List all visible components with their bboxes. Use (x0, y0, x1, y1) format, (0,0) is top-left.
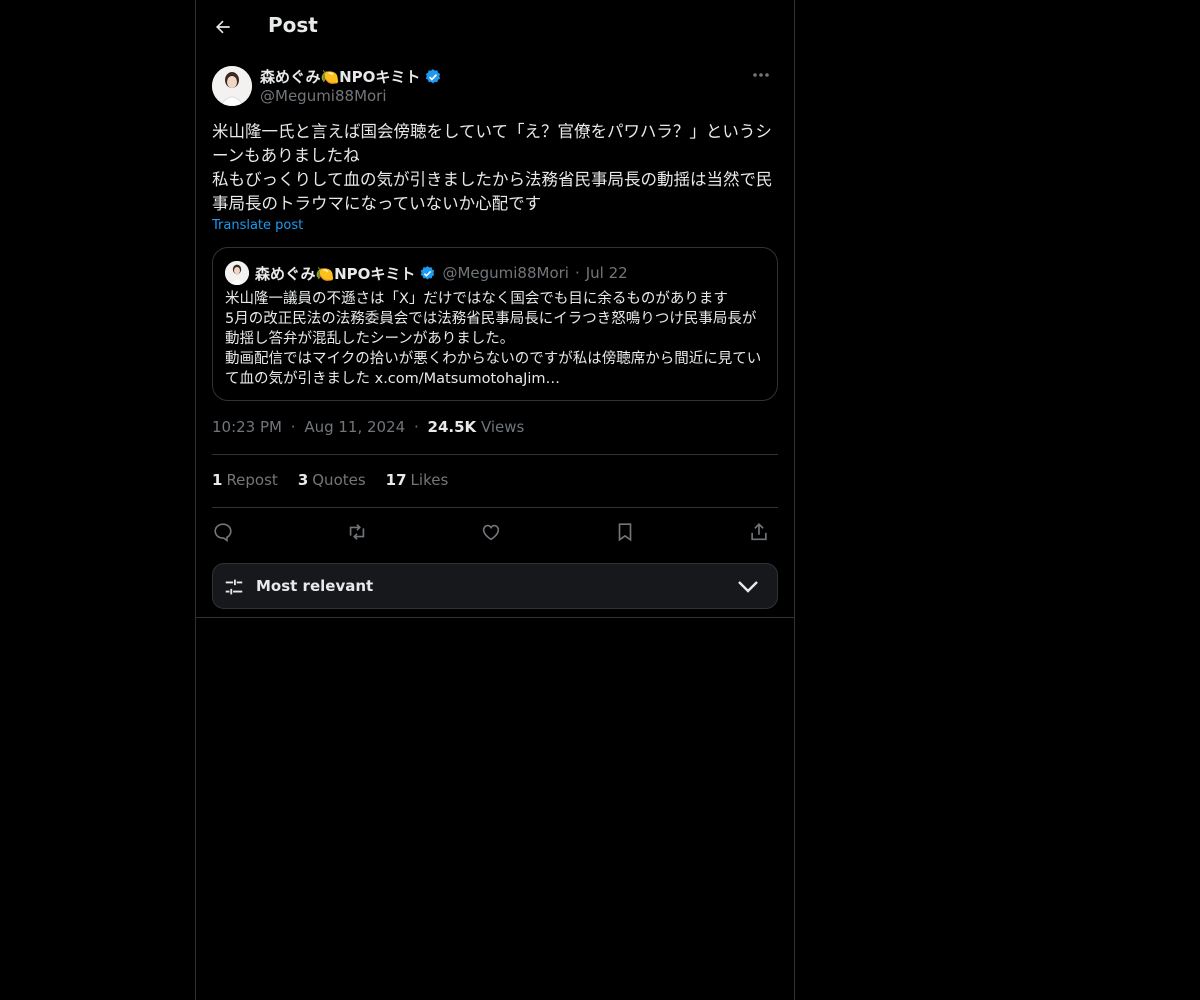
reply-icon (212, 521, 234, 543)
divider (212, 454, 778, 455)
likes-label: Likes (410, 471, 449, 489)
quoted-author-name: 森めぐみ🍋NPOキミト (255, 264, 416, 283)
post-date[interactable]: Aug 11, 2024 (304, 418, 405, 436)
post-text: 米山隆一氏と言えば国会傍聴をしていて「え？官僚をパワハラ？」というシーンもありま… (212, 122, 773, 213)
translate-post-link[interactable]: Translate post (212, 218, 303, 233)
quoted-author-handle: @Megumi88Mori (442, 264, 569, 282)
author-handle[interactable]: @Megumi88Mori (260, 87, 387, 105)
views-count: 24.5K (427, 418, 477, 436)
quotes-stat[interactable]: 3 Quotes (298, 471, 366, 489)
post-meta: 10:23 PM · Aug 11, 2024 · 24.5K Views (212, 418, 524, 436)
reposts-stat[interactable]: 1 Repost (212, 471, 278, 489)
arrow-left-icon (213, 17, 233, 37)
reply-button[interactable] (208, 517, 238, 547)
reposts-count: 1 (212, 471, 223, 489)
bookmark-icon (614, 521, 636, 543)
page-title: Post (268, 13, 318, 37)
header: Post (196, 0, 794, 53)
action-bar (212, 517, 778, 547)
views-label: Views (480, 418, 525, 436)
main-column: Post 森めぐみ🍋NPOキミト @Megumi88Mori 米山隆一氏と言えば… (195, 0, 795, 1000)
more-options-button[interactable] (744, 64, 778, 86)
sliders-icon (223, 576, 245, 598)
divider (196, 617, 794, 618)
meta-separator: · (574, 264, 580, 282)
quoted-post[interactable]: 森めぐみ🍋NPOキミト @Megumi88Mori · Jul 22 米山隆一議… (212, 247, 778, 401)
repost-icon (346, 521, 368, 543)
more-dots-icon (752, 72, 770, 78)
avatar[interactable] (212, 66, 252, 106)
repost-button[interactable] (342, 517, 372, 547)
quoted-date: Jul 22 (585, 264, 628, 282)
likes-stat[interactable]: 17 Likes (386, 471, 449, 489)
share-icon (748, 521, 770, 543)
verified-badge-icon (419, 265, 436, 282)
post-time[interactable]: 10:23 PM (212, 418, 282, 436)
meta-separator: · (290, 418, 296, 436)
meta-separator: · (413, 418, 419, 436)
author-name[interactable]: 森めぐみ🍋NPOキミト (260, 66, 420, 87)
reply-sort-dropdown[interactable]: Most relevant (212, 563, 778, 609)
share-button[interactable] (744, 517, 774, 547)
likes-count: 17 (385, 471, 407, 489)
quoted-post-header: 森めぐみ🍋NPOキミト @Megumi88Mori · Jul 22 (225, 261, 628, 285)
back-button[interactable] (208, 12, 238, 42)
quotes-count: 3 (297, 471, 309, 489)
like-button[interactable] (476, 517, 506, 547)
like-icon (480, 521, 502, 543)
post-author: 森めぐみ🍋NPOキミト @Megumi88Mori (212, 64, 778, 108)
quoted-post-text: 米山隆一議員の不遜さは「X」だけではなく国会でも目に余るものがあります 5月の改… (225, 291, 762, 387)
sort-label: Most relevant (256, 577, 374, 595)
quotes-label: Quotes (312, 471, 366, 489)
reposts-label: Repost (226, 471, 278, 489)
bookmark-button[interactable] (610, 517, 640, 547)
engagement-stats: 1 Repost 3 Quotes 17 Likes (212, 471, 448, 489)
chevron-down-icon (737, 577, 759, 595)
quoted-avatar (225, 261, 249, 285)
divider (212, 507, 778, 508)
author-name-line: 森めぐみ🍋NPOキミト (260, 66, 442, 87)
verified-badge-icon (424, 68, 442, 86)
